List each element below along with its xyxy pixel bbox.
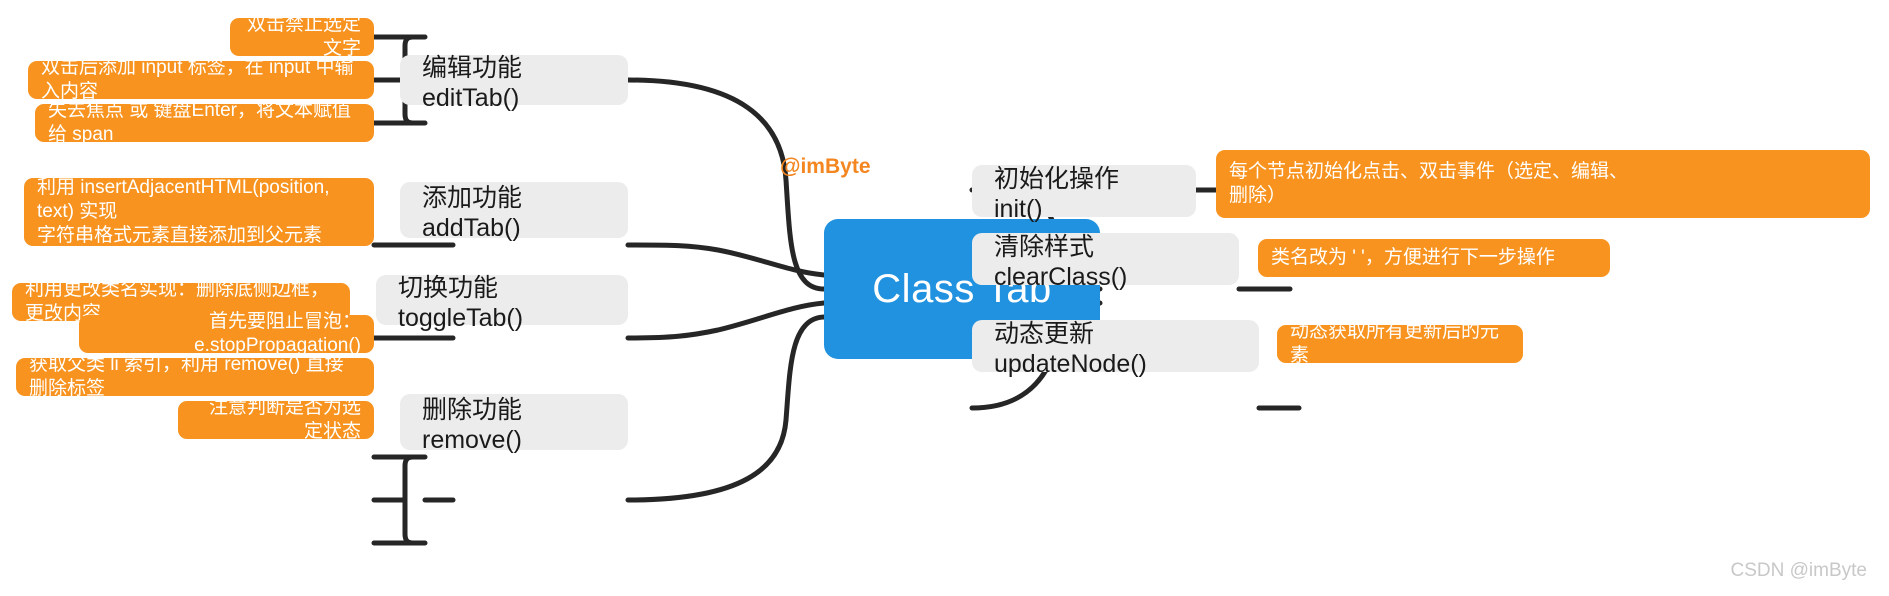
- leaf-node-updatenode-1[interactable]: 动态获取所有更新后的元素: [1277, 321, 1523, 366]
- leaf-node-label: 双击禁止选定文字: [246, 13, 361, 59]
- branch-node-label: 初始化操作 init(): [994, 164, 1126, 223]
- leaf-node-init-1[interactable]: 每个节点初始化点击、双击事件（选定、编辑、 删除）: [1216, 150, 1870, 218]
- branch-node-label: 切换功能 toggleTab(): [398, 273, 524, 332]
- leaf-node-addtab-1[interactable]: 利用 insertAdjacentHTML(position, text) 实现…: [24, 176, 374, 247]
- leaf-node-edittab-1[interactable]: 双击禁止选定文字: [230, 14, 374, 59]
- branch-node-label: 编辑功能 editTab(): [422, 53, 529, 112]
- leaf-node-label: 动态获取所有更新后的元素: [1290, 320, 1500, 366]
- branch-node-addtab[interactable]: 添加功能 addTab(): [400, 182, 628, 242]
- branch-node-toggletab[interactable]: 切换功能 toggleTab(): [376, 274, 628, 332]
- byline-imbyte: @imByte: [780, 155, 871, 179]
- branch-node-remove[interactable]: 删除功能 remove(): [400, 394, 628, 454]
- branch-node-label: 清除样式 clearClass(): [994, 232, 1128, 291]
- branch-node-init[interactable]: 初始化操作 init(): [972, 165, 1196, 223]
- leaf-node-remove-2[interactable]: 获取父类 li 索引，利用 remove() 直接删除标签: [16, 354, 374, 399]
- link-root-editTab: [625, 77, 827, 292]
- leaf-node-clearclass-1[interactable]: 类名改为 ' '，方便进行下一步操作: [1258, 239, 1610, 277]
- link-root-remove: [625, 314, 827, 503]
- link-root-addTab: [625, 242, 827, 278]
- leaf-node-label: 利用 insertAdjacentHTML(position, text) 实现…: [37, 176, 330, 247]
- leaf-node-edittab-2[interactable]: 双击后添加 input 标签，在 input 中输入内容: [28, 57, 374, 102]
- leaf-node-label: 失去焦点 或 键盘Enter，将文本赋值给 span: [48, 99, 351, 145]
- leaf-node-remove-1[interactable]: 首先要阻止冒泡：e.stopPropagation(): [79, 311, 374, 356]
- leaf-node-remove-3[interactable]: 注意判断是否为选定状态: [178, 397, 374, 442]
- byline-label: @imByte: [780, 155, 871, 178]
- branch-node-label: 动态更新 updateNode(): [994, 319, 1147, 378]
- branch-node-edittab[interactable]: 编辑功能 editTab(): [400, 54, 628, 112]
- leaf-node-label: 每个节点初始化点击、双击事件（选定、编辑、 删除）: [1229, 160, 1629, 206]
- leaf-node-label: 获取父类 li 索引，利用 remove() 直接删除标签: [29, 353, 344, 399]
- leaf-node-edittab-3[interactable]: 失去焦点 或 键盘Enter，将文本赋值给 span: [35, 100, 374, 145]
- branch-node-updatenode[interactable]: 动态更新 updateNode(): [972, 320, 1259, 378]
- watermark-csdn: CSDN @imByte: [1731, 560, 1867, 582]
- leaf-node-label: 类名改为 ' '，方便进行下一步操作: [1271, 246, 1555, 268]
- branch-node-clearclass[interactable]: 清除样式 clearClass(): [972, 233, 1239, 291]
- leaf-node-label: 双击后添加 input 标签，在 input 中输入内容: [41, 56, 354, 102]
- leaf-node-label: 首先要阻止冒泡：e.stopPropagation(): [194, 310, 361, 356]
- leaf-node-label: 注意判断是否为选定状态: [208, 396, 361, 442]
- link-root-toggleTab: [625, 300, 827, 341]
- link-remove-bracket: [402, 454, 428, 546]
- mindmap-canvas: Class Tab @imByte 编辑功能 editTab() 双击禁止选定文…: [0, 0, 1889, 596]
- branch-node-label: 删除功能 remove(): [422, 395, 529, 454]
- watermark-label: CSDN @imByte: [1730, 560, 1867, 581]
- branch-node-label: 添加功能 addTab(): [422, 183, 529, 242]
